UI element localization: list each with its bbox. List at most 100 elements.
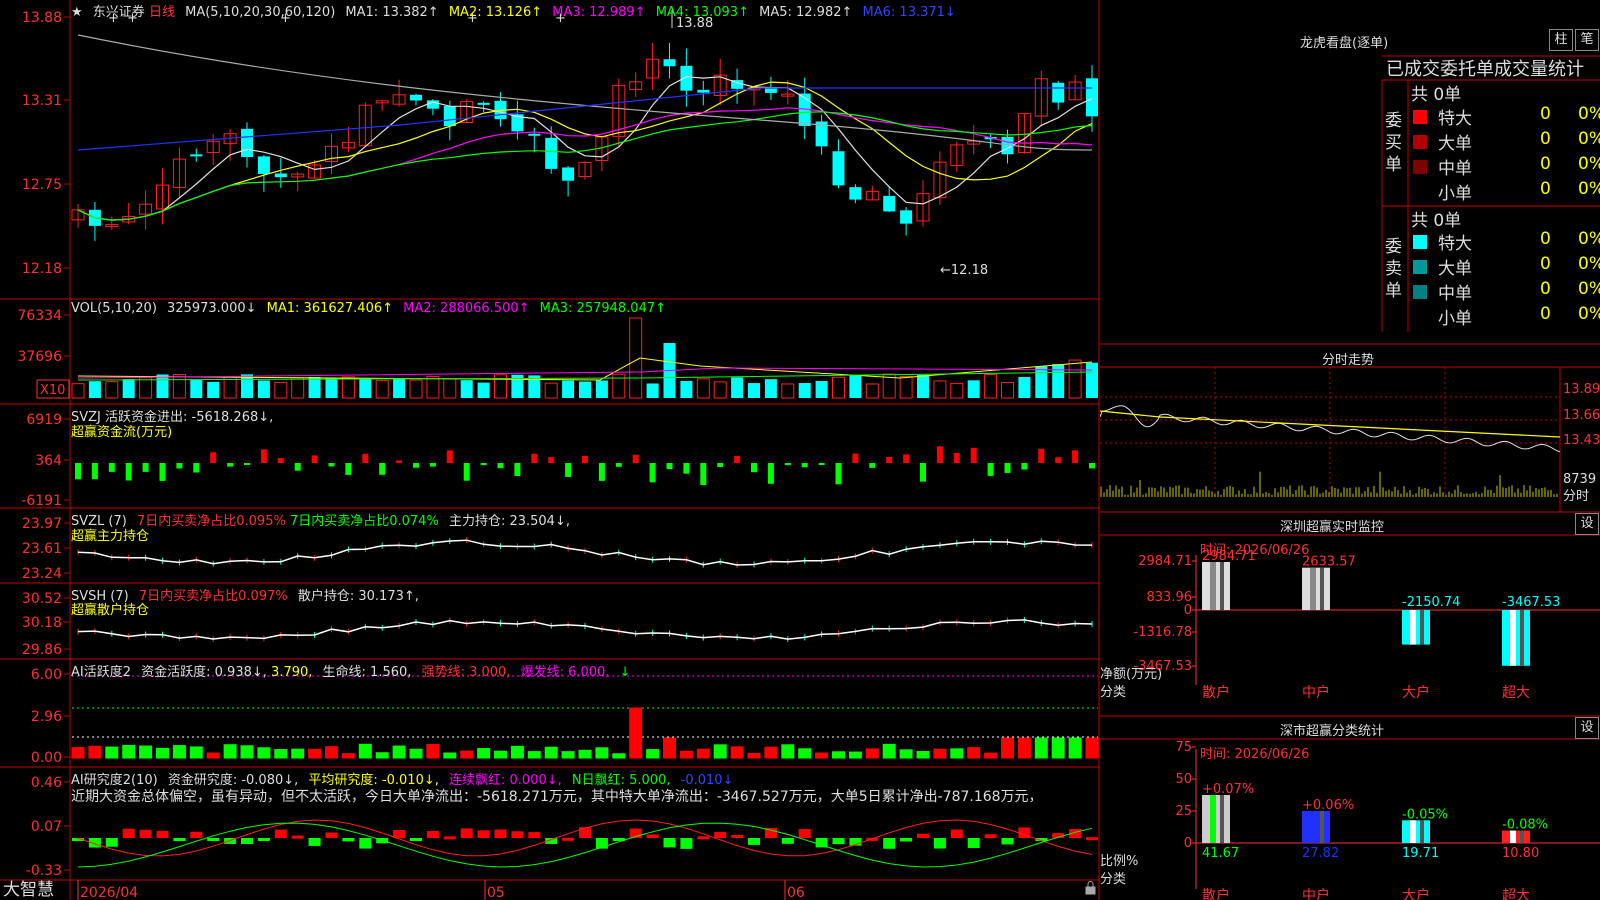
kline-axis-label: 12.18: [22, 261, 62, 277]
money-flow-bar: [328, 463, 335, 467]
volume-bar: [595, 380, 608, 398]
svsh-axis-label: 29.86: [22, 642, 62, 658]
order-size-swatch: [1413, 185, 1427, 199]
research-bar: [714, 832, 727, 838]
volume-bar: [544, 382, 558, 399]
tick-mode-button[interactable]: 笔: [1575, 29, 1599, 51]
date-label: 05: [487, 885, 505, 900]
activity-bar: [764, 746, 778, 759]
category-label: 散户: [1202, 684, 1230, 701]
volume-chart[interactable]: [71, 317, 1098, 399]
research-bar: [359, 838, 372, 849]
lock-icon[interactable]: [1085, 881, 1096, 895]
activity-bar: [629, 707, 643, 759]
activity-bar: [1068, 737, 1082, 759]
svzl-green-ratio: 7日内买卖净占比0.074%: [289, 514, 439, 529]
order-count: 0: [1540, 279, 1551, 299]
activity-bar: [781, 744, 795, 759]
classify-settings-button[interactable]: 设: [1575, 717, 1599, 739]
main-chart-area[interactable]: 13.88 13.31 12.75 12.18 76334 37696 6919…: [0, 0, 1100, 900]
activity-bar: [798, 748, 812, 759]
volume-bar: [579, 381, 591, 398]
svsh-red-ratio: 7日内买卖净占比0.097%: [138, 589, 288, 604]
vol-ma2: MA2: 288066.500↑: [403, 301, 530, 316]
bar-highlight: [1310, 567, 1316, 610]
volume-bar: [71, 383, 85, 399]
period-label[interactable]: 日线: [149, 5, 175, 20]
order-size-swatch: [1413, 310, 1427, 324]
svzj-subtitle: 超赢资金流(万元): [71, 425, 173, 440]
money-flow-bar: [1038, 448, 1045, 463]
stock-name[interactable]: 东兴证券: [93, 5, 145, 20]
activity-bar: [1001, 737, 1014, 759]
svzj-axis-label: 364: [35, 453, 62, 469]
kline-header: ★ 东兴证券 日线 MA(5,10,20,30,60,120) MA1: 13.…: [71, 1, 962, 20]
research-bar: [680, 838, 693, 849]
candle-body: [257, 156, 270, 174]
research-bar: [663, 838, 676, 848]
money-flow-bar: [294, 463, 301, 471]
low-price-label: ←12.18: [940, 263, 988, 278]
svzl-chart[interactable]: [77, 537, 1093, 568]
money-flow-bar: [649, 463, 656, 483]
bar-highlight: [1310, 810, 1316, 843]
star-icon[interactable]: ★: [71, 5, 83, 20]
classify-chart[interactable]: 时间: 2026/06/26 75 50 25 0 比例% 分类 +0.07% 41.67 散户 +…: [1100, 739, 1600, 900]
activity-bar: [257, 747, 271, 759]
activity-bar: [308, 748, 322, 759]
value-axis-label: -1316.78: [1134, 625, 1192, 640]
research-bar: [257, 838, 270, 841]
category-label: 中户: [1302, 684, 1330, 701]
category-bar: [1202, 795, 1230, 843]
candle-body: [697, 89, 710, 93]
svzl-position: 主力持仓: 23.504↓,: [448, 514, 570, 529]
ai2-axis-label: -0.33: [26, 863, 62, 879]
svzj-chart[interactable]: [75, 446, 1095, 485]
research-bar: [900, 838, 913, 842]
svsh-chart[interactable]: [77, 616, 1093, 643]
ma5-value: MA5: 12.982↑: [759, 5, 853, 20]
candle-body: [1052, 82, 1065, 103]
candle-body: [900, 210, 913, 224]
money-flow-bar: [970, 447, 977, 463]
order-percent: 0%: [1578, 304, 1600, 324]
ma4-value: MA4: 13.093↑: [655, 5, 749, 20]
money-flow-bar: [784, 463, 791, 466]
money-flow-bar: [345, 463, 352, 475]
ai-research-chart[interactable]: [72, 819, 1098, 868]
candlestick-chart[interactable]: [71, 34, 1098, 241]
category-label: 中户: [1302, 887, 1330, 900]
activity-bar: [375, 752, 389, 759]
intraday-chart[interactable]: 13.89 13.66 13.43 8739 分时: [1100, 367, 1600, 512]
bar-value-label: -0.08%: [1502, 818, 1548, 833]
money-flow-bar: [446, 450, 453, 463]
bar-shadow: [1320, 567, 1324, 610]
money-flow-bar: [1004, 463, 1011, 473]
volume-bar: [122, 379, 135, 398]
value-axis-label: 50: [1175, 772, 1192, 787]
activity-bar: [527, 751, 541, 759]
ma2-value: MA2: 13.126↑: [448, 5, 543, 20]
volume-bar: [781, 383, 795, 399]
volume-bar: [172, 374, 186, 399]
money-flow-bar: [548, 457, 555, 463]
activity-bar: [172, 745, 186, 759]
category-bar: [1302, 810, 1330, 843]
money-flow-bar: [920, 463, 926, 482]
vol-axis-label: 37696: [17, 349, 62, 365]
bar-shadow: [1220, 795, 1224, 843]
volume-bar: [680, 380, 693, 398]
intraday-volume-unit: 分时: [1563, 489, 1589, 504]
category-bar: [1402, 820, 1430, 843]
monitor-settings-button[interactable]: 设: [1575, 513, 1599, 535]
research-bar: [207, 838, 220, 841]
money-flow-bar: [463, 463, 470, 481]
svsh-subtitle: 超赢散户持仓: [71, 603, 150, 618]
volume-bar: [696, 378, 710, 399]
ai-activity-chart[interactable]: [71, 675, 1099, 759]
longhu-stat-tabs[interactable]: 已成交委托单成交量统计: [1386, 55, 1600, 81]
bar-mode-button[interactable]: 柱: [1549, 29, 1573, 51]
activity-bar: [274, 749, 288, 759]
monitor-chart[interactable]: 时间: 2026/06/262984.71833.960-1316.78-346…: [1100, 535, 1600, 716]
activity-bar: [409, 748, 423, 759]
